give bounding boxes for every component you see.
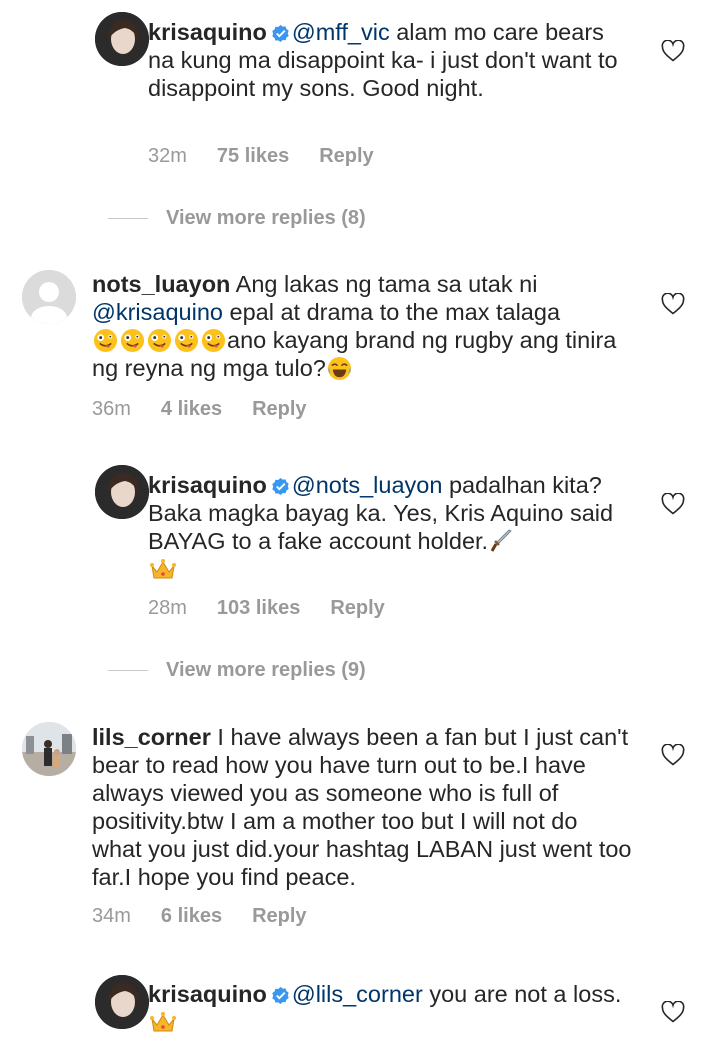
comment-username[interactable]: krisaquino (148, 472, 267, 498)
like-heart-icon[interactable] (661, 293, 685, 315)
divider-line (108, 218, 148, 220)
like-heart-icon[interactable] (661, 40, 685, 62)
view-more-replies-label: View more replies (9) (166, 659, 366, 681)
comment-meta: 36m 4 likes Reply (92, 398, 337, 421)
crazy-face-emoji-icon (147, 328, 172, 353)
crazy-face-emoji-icon (174, 328, 199, 353)
like-heart-icon[interactable] (661, 1001, 685, 1023)
crazy-face-emoji-row (92, 327, 227, 353)
crown-emoji-icon (150, 1012, 176, 1032)
reply-comment-krisaquino-3: krisaquino @lils_corner you are not a los… (0, 965, 709, 1038)
comment-meta: 28m 103 likes Reply (148, 597, 415, 620)
profile-photo-icon (95, 975, 149, 1029)
profile-photo-icon (22, 722, 76, 776)
comment-text-part-2: epal at drama to the max talaga (222, 299, 561, 325)
comment-username[interactable]: nots_luayon (92, 271, 230, 297)
comment-likes[interactable]: 6 likes (161, 905, 222, 927)
reply-comment-krisaquino-1: krisaquino @mff_vic alam mo care bears na… (0, 0, 709, 180)
view-more-replies-button[interactable]: View more replies (9) (108, 659, 366, 682)
view-more-replies-button[interactable]: View more replies (8) (108, 207, 366, 230)
reply-button[interactable]: Reply (252, 905, 306, 927)
comment-text: you are not a loss. (422, 981, 622, 1007)
avatar-krisaquino[interactable] (95, 465, 149, 519)
like-heart-icon[interactable] (661, 493, 685, 515)
default-avatar-icon (22, 270, 76, 324)
comment-lils-corner: lils_corner I have always been a fan but… (0, 712, 709, 942)
comment-mention[interactable]: @lils_corner (292, 981, 423, 1007)
reply-button[interactable]: Reply (330, 597, 384, 619)
verified-badge-icon (272, 477, 289, 496)
comment-username[interactable]: lils_corner (92, 724, 211, 750)
comment-meta: 34m 6 likes Reply (92, 905, 337, 928)
profile-photo-icon (95, 465, 149, 519)
reply-button[interactable]: Reply (252, 398, 306, 420)
reply-button[interactable]: Reply (319, 145, 373, 167)
reply-comment-krisaquino-2: krisaquino @nots_luayon padalhan kita? Ba… (0, 455, 709, 635)
crazy-face-emoji-icon (93, 328, 118, 353)
avatar-krisaquino[interactable] (95, 12, 149, 66)
tears-of-joy-emoji-icon (327, 356, 351, 381)
crazy-face-emoji-icon (201, 328, 226, 353)
comment-likes[interactable]: 103 likes (217, 597, 300, 619)
crown-emoji-icon (150, 559, 176, 579)
comment-username[interactable]: krisaquino (148, 981, 267, 1007)
comment-username[interactable]: krisaquino (148, 19, 267, 45)
avatar-krisaquino[interactable] (95, 975, 149, 1029)
verified-badge-icon (272, 986, 289, 1005)
comment-mention[interactable]: @nots_luayon (292, 472, 443, 498)
divider-line (108, 670, 148, 672)
comment-time: 28m (148, 597, 187, 619)
crazy-face-emoji-icon (120, 328, 145, 353)
comment-mention[interactable]: @krisaquino (92, 299, 223, 325)
comment-likes[interactable]: 4 likes (161, 398, 222, 420)
view-more-replies-label: View more replies (8) (166, 207, 366, 229)
like-heart-icon[interactable] (661, 744, 685, 766)
dagger-emoji-icon (490, 529, 512, 552)
comment-text-part-1: Ang lakas ng tama sa utak ni (230, 271, 538, 297)
comment-time: 34m (92, 905, 131, 927)
profile-photo-icon (95, 12, 149, 66)
comment-likes[interactable]: 75 likes (217, 145, 289, 167)
avatar-lils-corner[interactable] (22, 722, 76, 776)
comment-time: 36m (92, 398, 131, 420)
comment-time: 32m (148, 145, 187, 167)
comment-meta: 32m 75 likes Reply (148, 145, 404, 168)
comment-mention[interactable]: @mff_vic (292, 19, 390, 45)
verified-badge-icon (272, 24, 289, 43)
avatar-nots-luayon[interactable] (22, 270, 76, 324)
comment-nots-luayon: nots_luayon Ang lakas ng tama sa utak ni… (0, 260, 709, 430)
